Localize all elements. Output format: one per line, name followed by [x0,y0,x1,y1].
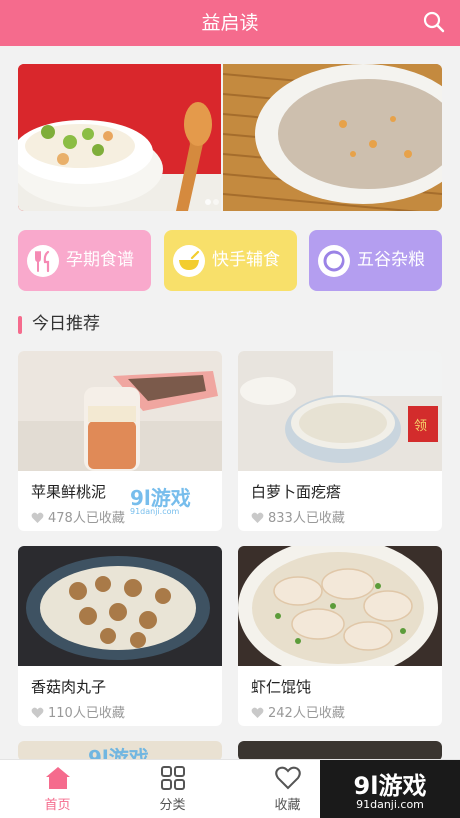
watermark-badge: 9l游戏 91danji.com [320,760,460,818]
category-label: 五谷杂粮 [357,250,425,270]
bottom-tab-bar: 首页 分类 收藏 9l游戏 91danji.com [0,759,460,818]
fork-knife-icon [27,245,59,277]
recipe-image-shrimp-wontons [238,546,442,666]
recipe-name: 虾仁馄饨 [251,678,312,696]
app-title: 益启读 [201,12,259,34]
recipe-name: 香菇肉丸子 [31,678,107,696]
grid-icon [161,766,185,790]
recipe-card[interactable]: 虾仁馄饨 242人已收藏 [238,546,442,726]
favorite-count: 833人已收藏 [251,507,345,526]
category-grains[interactable]: 五谷杂粮 [309,230,442,291]
category-quick-baby-food[interactable]: 快手辅食 [164,230,297,291]
tab-categories[interactable]: 分类 [115,760,230,818]
category-label: 快手辅食 [212,250,280,270]
svg-text:领: 领 [414,419,427,434]
tab-label: 首页 [44,798,71,813]
bowl-icon [173,245,205,277]
heart-icon [251,707,264,718]
grain-icon [318,245,350,277]
recipe-card[interactable]: 苹果鲜桃泥 478人已收藏 [18,351,222,531]
tab-label: 分类 [159,798,186,813]
recipe-card[interactable]: 领 白萝卜面疙瘩 833人已收藏 [238,351,442,531]
recipe-name: 苹果鲜桃泥 [31,483,107,501]
heart-icon [275,766,301,790]
search-icon[interactable] [422,10,446,34]
favorite-count: 478人已收藏 [31,507,125,526]
recipe-image-apple-peach-puree [18,351,222,471]
banner-image-rice[interactable] [18,64,221,211]
tab-home[interactable]: 首页 [0,760,115,818]
recipe-card-partial[interactable] [238,741,442,761]
favorite-count: 110人已收藏 [31,702,125,721]
top-bar: 益启读 [0,0,460,46]
heart-icon [31,512,44,523]
banner-image-porridge[interactable] [222,64,442,211]
category-label: 孕期食谱 [66,250,134,270]
banner-carousel[interactable] [18,64,442,211]
heart-icon [251,512,264,523]
recipe-name: 白萝卜面疙瘩 [251,483,342,501]
category-pregnancy-recipes[interactable]: 孕期食谱 [18,230,151,291]
recipe-image-mushroom-meatballs [18,546,222,666]
home-icon [46,767,70,789]
section-title: 今日推荐 [32,314,100,334]
recipe-image-radish-dumplings: 领 [238,351,442,471]
recipe-card[interactable]: 香菇肉丸子 110人已收藏 [18,546,222,726]
section-accent-bar [18,316,22,334]
watermark-logo: 9l游戏 91danji.com [130,486,191,516]
heart-icon [31,707,44,718]
favorite-count: 242人已收藏 [251,702,345,721]
